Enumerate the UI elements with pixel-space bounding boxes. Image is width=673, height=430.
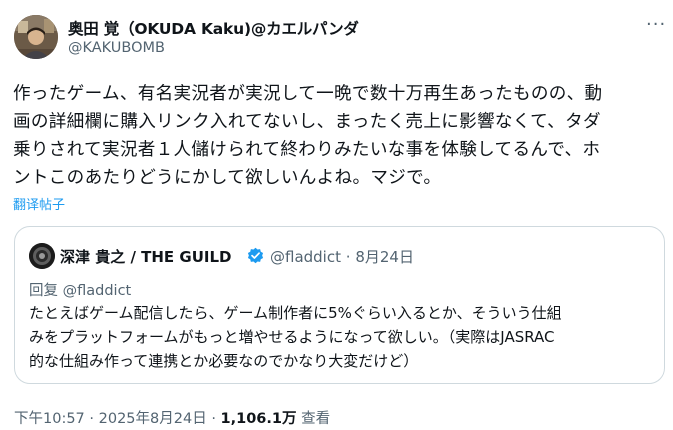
quoted-display-name[interactable]: 深津 貴之 / THE GUILD bbox=[60, 246, 231, 267]
quoted-tweet[interactable]: 深津 貴之 / THE GUILD @fladdict · 8月24日 回复 @… bbox=[14, 226, 665, 384]
author-handle[interactable]: @KAKUBOMB bbox=[68, 40, 165, 56]
reply-context: 回复 @fladdict bbox=[29, 279, 131, 300]
tweet-date[interactable]: 2025年8月24日 bbox=[99, 411, 207, 427]
tweet-text-line: 画の詳細欄に購入リンク入れてないし、まったく売上に影響なくて、タダ bbox=[13, 112, 601, 132]
avatar[interactable] bbox=[14, 15, 58, 59]
tweet-text-line: 作ったゲーム、有名実況者が実況して一晩で数十万再生あったものの、動 bbox=[13, 84, 603, 104]
reply-handle[interactable]: @fladdict bbox=[63, 283, 132, 299]
author-display-name[interactable]: 奥田 覚（OKUDA Kaku)@カエルパンダ bbox=[68, 17, 359, 39]
separator-dot: · bbox=[89, 411, 95, 427]
translate-post-link[interactable]: 翻译帖子 bbox=[13, 194, 65, 213]
tweet-text: 作ったゲーム、有名実況者が実況して一晩で数十万再生あったものの、動 画の詳細欄に… bbox=[13, 80, 668, 192]
separator-dot: · bbox=[345, 248, 351, 266]
verified-badge-icon bbox=[247, 247, 264, 264]
more-horizontal-icon[interactable]: ··· bbox=[646, 16, 666, 34]
quoted-date[interactable]: 8月24日 bbox=[355, 248, 414, 266]
quoted-text-line: たとえばゲーム配信したら、ゲーム制作者に5%ぐらい入るとか、そういう仕組 bbox=[29, 304, 562, 322]
tweet-text-line: 乗りされて実況者１人儲けられて終わりみたいな事を体験してるんで、ホ bbox=[13, 140, 601, 160]
tweet-text-line: ントこのあたりどうにかして欲しいんよね。マジで。 bbox=[13, 168, 442, 188]
tweet-time[interactable]: 下午10:57 bbox=[14, 411, 85, 427]
quoted-handle[interactable]: @fladdict bbox=[270, 248, 341, 266]
quoted-avatar[interactable] bbox=[29, 243, 55, 269]
tweet-footer: 下午10:57 · 2025年8月24日 · 1,106.1万 查看 bbox=[14, 407, 330, 428]
quoted-text-line: 的な仕組み作って連携とか必要なのでかなり大変だけど） bbox=[29, 352, 419, 370]
quoted-text: たとえばゲーム配信したら、ゲーム制作者に5%ぐらい入るとか、そういう仕組 みをプ… bbox=[29, 301, 659, 373]
quoted-meta: @fladdict · 8月24日 bbox=[270, 246, 414, 267]
separator-dot: · bbox=[211, 411, 216, 427]
views-count: 1,106.1万 bbox=[220, 411, 297, 427]
quoted-text-line: みをプラットフォームがもっと増やせるようになって欲しい。（実際はJASRAC bbox=[29, 328, 555, 346]
reply-prefix: 回复 bbox=[29, 283, 58, 299]
views-label: 查看 bbox=[301, 411, 331, 427]
